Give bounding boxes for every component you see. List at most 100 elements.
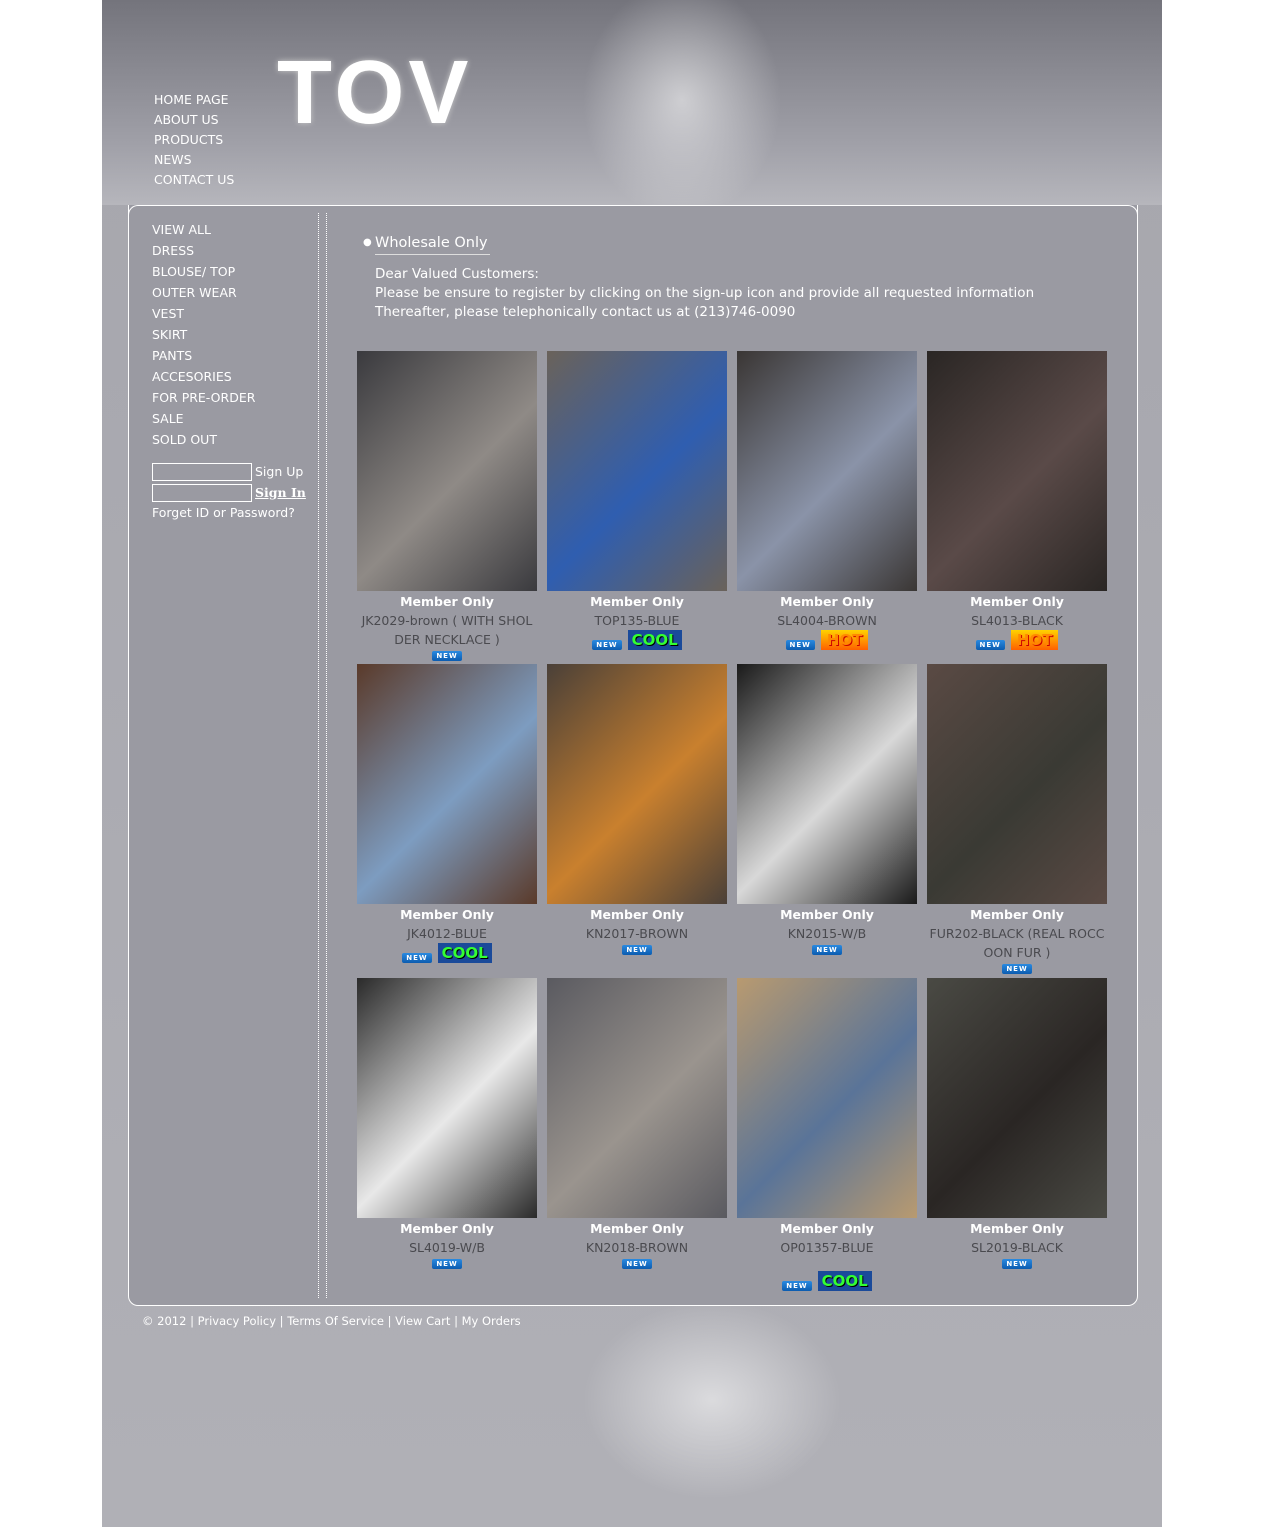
- category-dress[interactable]: DRESS: [152, 240, 322, 261]
- member-only-label: Member Only: [590, 1221, 684, 1236]
- product-card[interactable]: Member Only KN2018-BROWN NEW: [547, 978, 727, 1269]
- divider: [318, 213, 319, 1298]
- product-card[interactable]: Member Only SL4013-BLACK NEW HOT: [927, 351, 1107, 650]
- category-blouse-top[interactable]: BLOUSE/ TOP: [152, 261, 322, 282]
- floral-decoration: [582, 0, 782, 220]
- product-code[interactable]: KN2018-BROWN: [547, 1238, 727, 1257]
- category-vest[interactable]: VEST: [152, 303, 322, 324]
- sign-in-link[interactable]: Sign In: [255, 485, 306, 500]
- logo: TOV: [277, 43, 473, 143]
- nav-contact-us[interactable]: CONTACT US: [154, 170, 234, 190]
- product-card[interactable]: Member Only JK4012-BLUE NEW COOL: [357, 664, 537, 963]
- badges: NEW: [547, 1257, 727, 1269]
- product-image[interactable]: [927, 351, 1107, 591]
- notice-line: Dear Valued Customers:: [375, 266, 539, 282]
- category-outer-wear[interactable]: OUTER WEAR: [152, 282, 322, 303]
- new-badge-icon: NEW: [975, 640, 1005, 650]
- copyright: © 2012: [142, 1314, 187, 1328]
- member-only-label: Member Only: [780, 907, 874, 922]
- product-code[interactable]: TOP135-BLUE: [547, 611, 727, 630]
- product-image[interactable]: [737, 978, 917, 1218]
- product-code[interactable]: KN2017-BROWN: [547, 924, 727, 943]
- badges: NEW: [357, 649, 537, 661]
- nav-products[interactable]: PRODUCTS: [154, 130, 234, 150]
- category-nav: VIEW ALL DRESS BLOUSE/ TOP OUTER WEAR VEST SK…: [152, 219, 322, 450]
- category-skirt[interactable]: SKIRT: [152, 324, 322, 345]
- top-nav: HOME PAGE ABOUT US PRODUCTS NEWS CONTACT US: [154, 90, 234, 190]
- product-image[interactable]: [737, 664, 917, 904]
- badges: NEW: [547, 943, 727, 955]
- new-badge-icon: NEW: [1002, 964, 1032, 974]
- badges: NEW HOT: [737, 630, 917, 650]
- member-only-label: Member Only: [970, 1221, 1064, 1236]
- member-only-label: Member Only: [400, 1221, 494, 1236]
- product-card[interactable]: Member Only JK2029-brown ( WITH SHOL DER …: [357, 351, 537, 661]
- nav-home-page[interactable]: HOME PAGE: [154, 90, 234, 110]
- product-code[interactable]: SL4013-BLACK: [927, 611, 1107, 630]
- badges: NEW: [927, 962, 1107, 974]
- member-only-label: Member Only: [970, 594, 1064, 609]
- nav-news[interactable]: NEWS: [154, 150, 234, 170]
- footer-link-privacy-policy[interactable]: Privacy Policy: [198, 1314, 276, 1328]
- page: TOV HOME PAGE ABOUT US PRODUCTS NEWS CONTACT…: [102, 0, 1162, 1527]
- hot-badge-icon: HOT: [1010, 630, 1059, 650]
- product-code[interactable]: SL4019-W/B: [357, 1238, 537, 1257]
- new-badge-icon: NEW: [432, 1259, 462, 1269]
- product-image[interactable]: [357, 978, 537, 1218]
- floral-decoration: [582, 1300, 842, 1500]
- category-view-all[interactable]: VIEW ALL: [152, 219, 322, 240]
- new-badge-icon: NEW: [622, 1259, 652, 1269]
- product-image[interactable]: [737, 351, 917, 591]
- footer-link-view-cart[interactable]: View Cart: [395, 1314, 450, 1328]
- badges: NEW COOL: [547, 630, 727, 650]
- product-code[interactable]: KN2015-W/B: [737, 924, 917, 943]
- forgot-password-link[interactable]: Forget ID or Password?: [152, 505, 295, 520]
- product-image[interactable]: [547, 351, 727, 591]
- product-image[interactable]: [927, 978, 1107, 1218]
- member-only-label: Member Only: [780, 594, 874, 609]
- footer: © 2012 | Privacy Policy | Terms Of Servi…: [142, 1314, 521, 1328]
- product-card[interactable]: Member Only TOP135-BLUE NEW COOL: [547, 351, 727, 650]
- id-input[interactable]: [152, 463, 252, 481]
- category-sold-out[interactable]: SOLD OUT: [152, 429, 322, 450]
- badges: NEW HOT: [927, 630, 1107, 650]
- new-badge-icon: NEW: [812, 945, 842, 955]
- product-code[interactable]: OP01357-BLUE: [737, 1238, 917, 1257]
- product-card[interactable]: Member Only SL4019-W/B NEW: [357, 978, 537, 1269]
- category-accesories[interactable]: ACCESORIES: [152, 366, 322, 387]
- header: TOV HOME PAGE ABOUT US PRODUCTS NEWS CONTACT…: [102, 0, 1162, 220]
- product-image[interactable]: [547, 978, 727, 1218]
- password-input[interactable]: [152, 484, 252, 502]
- member-only-label: Member Only: [590, 907, 684, 922]
- product-card[interactable]: Member Only KN2015-W/B NEW: [737, 664, 917, 955]
- product-image[interactable]: [927, 664, 1107, 904]
- product-image[interactable]: [357, 351, 537, 591]
- new-badge-icon: NEW: [785, 640, 815, 650]
- login-form: Sign Up Sign In Forget ID or Password?: [152, 463, 306, 526]
- product-image[interactable]: [547, 664, 727, 904]
- product-code[interactable]: JK2029-brown ( WITH SHOL DER NECKLACE ): [357, 611, 537, 649]
- category-for-pre-order[interactable]: FOR PRE-ORDER: [152, 387, 322, 408]
- member-only-label: Member Only: [780, 1221, 874, 1236]
- notice: ● Wholesale Only Dear Valued Customers: …: [363, 235, 1034, 322]
- footer-link-terms-of-service[interactable]: Terms Of Service: [287, 1314, 384, 1328]
- product-card[interactable]: Member Only FUR202-BLACK (REAL ROCC OON F…: [927, 664, 1107, 974]
- product-code[interactable]: FUR202-BLACK (REAL ROCC OON FUR ): [927, 924, 1107, 962]
- product-image[interactable]: [357, 664, 537, 904]
- new-badge-icon: NEW: [622, 945, 652, 955]
- product-card[interactable]: Member Only SL4004-BROWN NEW HOT: [737, 351, 917, 650]
- separator: |: [186, 1314, 198, 1328]
- category-pants[interactable]: PANTS: [152, 345, 322, 366]
- product-code[interactable]: JK4012-BLUE: [357, 924, 537, 943]
- badges: NEW: [927, 1257, 1107, 1269]
- new-badge-icon: NEW: [592, 640, 622, 650]
- sign-up-link[interactable]: Sign Up: [255, 464, 303, 479]
- category-sale[interactable]: SALE: [152, 408, 322, 429]
- footer-link-my-orders[interactable]: My Orders: [462, 1314, 521, 1328]
- product-code[interactable]: SL4004-BROWN: [737, 611, 917, 630]
- product-code[interactable]: SL2019-BLACK: [927, 1238, 1107, 1257]
- product-card[interactable]: Member Only OP01357-BLUE NEW COOL: [737, 978, 917, 1291]
- product-card[interactable]: Member Only KN2017-BROWN NEW: [547, 664, 727, 955]
- nav-about-us[interactable]: ABOUT US: [154, 110, 234, 130]
- product-card[interactable]: Member Only SL2019-BLACK NEW: [927, 978, 1107, 1269]
